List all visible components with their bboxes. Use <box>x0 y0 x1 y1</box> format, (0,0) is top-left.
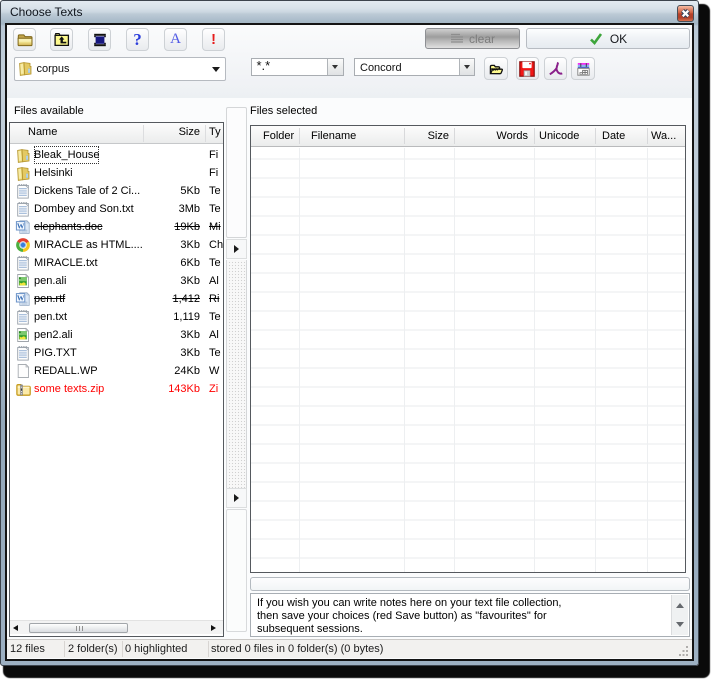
svg-text:W: W <box>17 293 25 302</box>
svg-text:W: W <box>17 221 25 230</box>
